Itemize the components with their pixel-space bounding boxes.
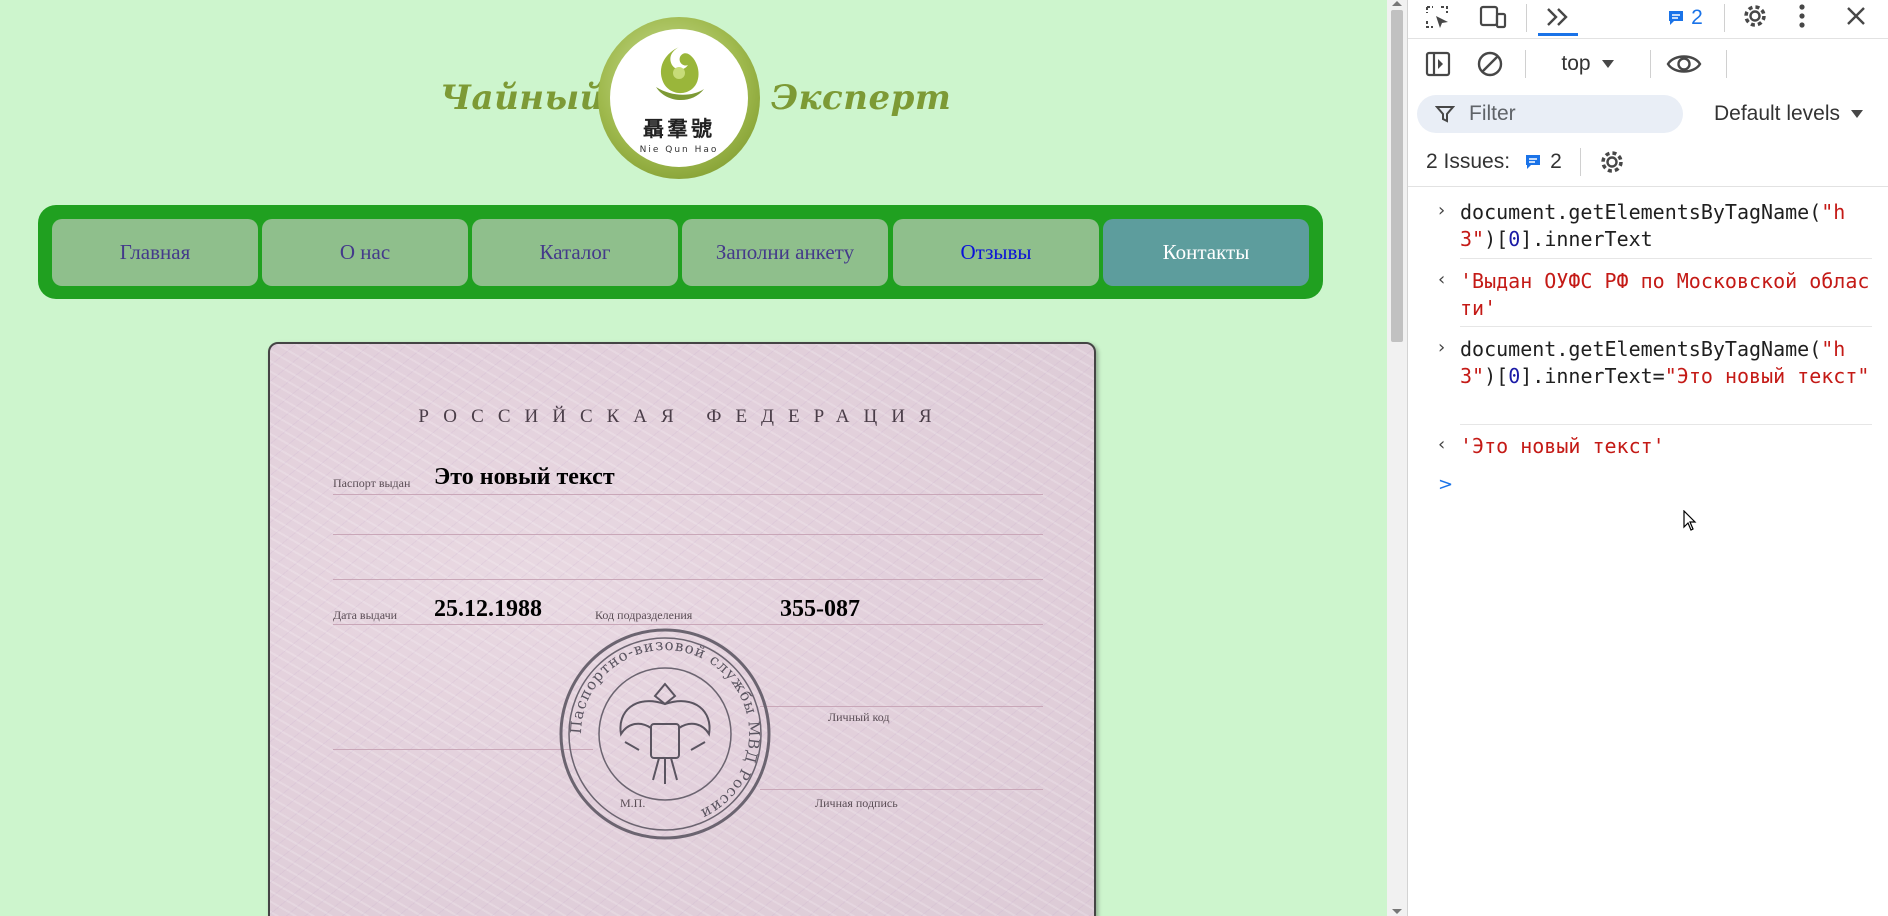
console-output-2: 'Это новый текст' [1460, 434, 1665, 458]
console-input-2[interactable]: document.getElementsByTagName("h3")[0].i… [1460, 336, 1870, 390]
nav-item-about[interactable]: О нас [262, 219, 468, 286]
dropdown-arrow-icon [1851, 110, 1864, 118]
issues-bar: 2 Issues: 2 [1408, 138, 1888, 187]
clear-console-icon[interactable] [1474, 48, 1506, 80]
console-divider [1460, 258, 1872, 259]
context-selector-value: top [1561, 52, 1591, 75]
logo-emblem[interactable]: 聶羣號 Nie Qun Hao [598, 17, 760, 179]
sidebar-toggle-icon[interactable] [1422, 48, 1454, 80]
close-devtools-icon[interactable] [1840, 0, 1872, 32]
scroll-up-arrow-icon[interactable] [1392, 1, 1402, 6]
main-navigation: Главная О нас Каталог Заполни анкету Отз… [38, 205, 1323, 299]
nav-item-contacts[interactable]: Контакты [1103, 219, 1309, 286]
console-divider [1460, 424, 1872, 425]
settings-gear-icon[interactable] [1738, 0, 1772, 32]
nav-item-reviews[interactable]: Отзывы [893, 219, 1099, 286]
web-page: Чайный 聶羣號 Nie Qun Hao Эксперт Главная О… [0, 0, 1387, 916]
issue-date-value: 25.12.1988 [434, 596, 542, 622]
toolbar-separator [1726, 50, 1727, 78]
toolbar-separator [1580, 148, 1581, 176]
divider [333, 494, 1043, 495]
issues-link[interactable]: 2 [1520, 148, 1566, 176]
more-options-icon[interactable] [1790, 0, 1814, 32]
toolbar-separator [1526, 4, 1527, 32]
divider [760, 789, 1043, 790]
log-levels-label: Default levels [1713, 102, 1841, 125]
nav-item-catalog[interactable]: Каталог [472, 219, 678, 286]
divider [333, 749, 593, 750]
logo-emblem-inner: 聶羣號 Nie Qun Hao [610, 29, 748, 167]
logo-text-left: Чайный [440, 78, 605, 118]
message-icon [1526, 155, 1541, 169]
filter-input[interactable]: Filter [1417, 95, 1683, 133]
issue-date-label: Дата выдачи [333, 608, 398, 622]
personal-code-label: Личный код [828, 710, 890, 724]
stamp-text: Паспортно-визовой службы МВД России [567, 636, 763, 823]
divider [333, 534, 1043, 535]
console-prompt-icon: > [1438, 474, 1454, 495]
input-chevron-icon: › [1438, 200, 1446, 221]
nav-item-home[interactable]: Главная [52, 219, 258, 286]
issues-badge-button[interactable]: 2 [1661, 4, 1709, 32]
mouse-cursor-icon [1683, 510, 1697, 531]
live-expression-eye-icon[interactable] [1662, 48, 1706, 80]
divider [760, 706, 1043, 707]
context-selector[interactable]: top [1538, 48, 1638, 80]
filter-funnel-icon [1435, 106, 1455, 123]
dropdown-arrow-icon [1601, 60, 1614, 68]
filter-placeholder: Filter [1469, 102, 1516, 125]
toolbar-separator [1650, 50, 1651, 78]
input-chevron-icon: › [1438, 337, 1446, 358]
devtools-panel: 2 top Filter Default levels 2 Issues: 2 … [1407, 0, 1888, 916]
official-stamp-icon: Паспортно-визовой службы МВД России [559, 628, 771, 840]
division-code-label: Код подразделения [595, 608, 693, 622]
page-scrollbar[interactable] [1387, 0, 1407, 916]
division-code-value: 355-087 [780, 596, 860, 622]
console-prompt-input[interactable] [1460, 474, 1870, 501]
issues-badge-count: 2 [1691, 6, 1703, 29]
output-chevron-icon: ‹ [1438, 269, 1446, 290]
issues-label: 2 Issues: [1426, 150, 1511, 173]
logo-chinese-text: 聶羣號 [643, 117, 715, 141]
inspect-element-icon[interactable] [1422, 2, 1452, 32]
signature-label: Личная подпись [815, 796, 898, 810]
filter-bar: Filter Default levels [1408, 90, 1888, 138]
log-levels-dropdown[interactable]: Default levels [1704, 96, 1874, 132]
console-settings-gear-icon[interactable] [1596, 146, 1628, 178]
message-icon [1669, 11, 1684, 25]
scroll-down-arrow-icon[interactable] [1392, 909, 1402, 914]
issues-count: 2 [1550, 150, 1562, 173]
issued-by-value: Это новый текст [434, 464, 615, 490]
devtools-toolbar: 2 [1408, 0, 1888, 39]
tea-leaf-icon [656, 47, 704, 101]
toolbar-separator [1525, 50, 1526, 78]
issued-by-label: Паспорт выдан [333, 476, 411, 490]
divider [333, 579, 1043, 580]
nav-item-survey[interactable]: Заполни анкету [682, 219, 888, 286]
passport-image: РОССИЙСКАЯ ФЕДЕРАЦИЯ Паспорт выдан Это н… [268, 342, 1096, 916]
scrollbar-thumb[interactable] [1391, 10, 1403, 342]
console-output-1: 'Выдан ОУФС РФ по Московской области' [1460, 269, 1870, 320]
device-toolbar-icon[interactable] [1476, 2, 1510, 32]
logo-subtitle: Nie Qun Hao [639, 145, 719, 155]
passport-header: РОССИЙСКАЯ ФЕДЕРАЦИЯ [418, 406, 946, 427]
toolbar-separator [1724, 4, 1725, 32]
output-chevron-icon: ‹ [1438, 434, 1446, 455]
console-tab[interactable] [1538, 0, 1578, 36]
logo-text-right: Эксперт [771, 78, 952, 118]
console-input-1[interactable]: document.getElementsByTagName("h3")[0].i… [1460, 199, 1870, 253]
console-chevrons-icon [1547, 7, 1568, 26]
svg-text:Паспортно-визовой службы МВД Р: Паспортно-визовой службы МВД России [567, 636, 764, 823]
console-divider [1460, 326, 1872, 327]
console-toolbar: top [1408, 38, 1888, 90]
